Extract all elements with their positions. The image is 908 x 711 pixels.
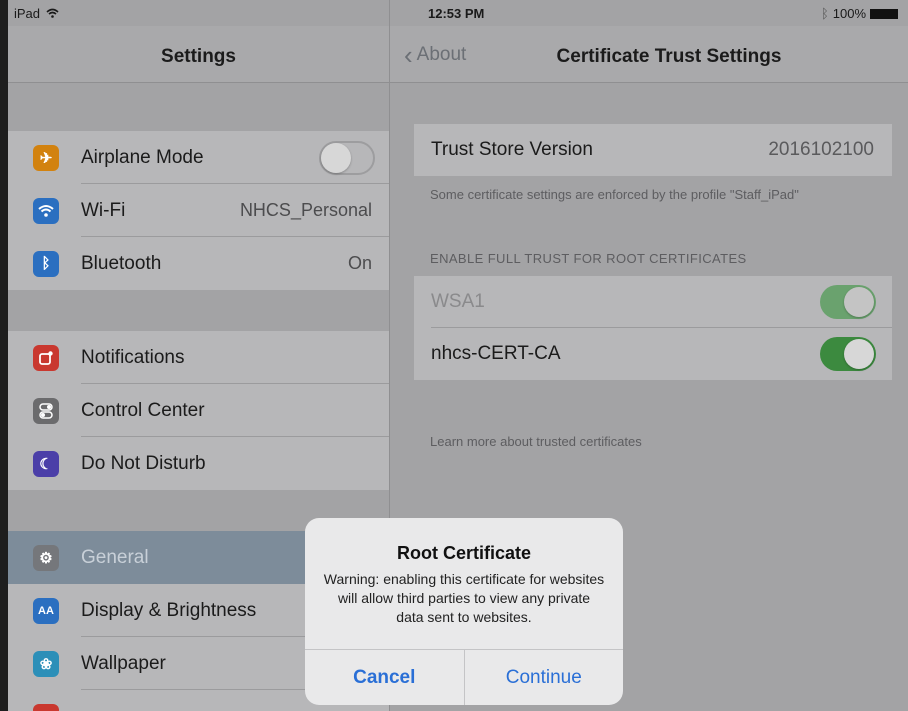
- notifications-icon: [33, 344, 59, 371]
- alert-title: Root Certificate: [396, 543, 531, 563]
- row-label: Control Center: [81, 399, 205, 421]
- display-icon: AA: [33, 597, 59, 624]
- airplane-icon: ✈: [33, 144, 59, 171]
- certificate-row-wsa1: WSA1: [414, 276, 892, 328]
- control-center-icon: [33, 397, 59, 424]
- settings-row-control-center[interactable]: Control Center: [8, 384, 389, 437]
- wifi-network-value: NHCS_Personal: [239, 200, 372, 220]
- master-title: Settings: [161, 46, 236, 67]
- detail-nav-bar: ‹ About Certificate Trust Settings: [390, 26, 908, 83]
- wallpaper-icon: ❀: [33, 650, 59, 677]
- trust-store-version-value: 2016102100: [768, 139, 874, 160]
- screen: Settings ✈ Airplane Mode Wi-Fi NHCS_Pers…: [8, 0, 908, 711]
- status-bar: iPad 12:53 PM ᛒ 100%: [8, 0, 908, 26]
- settings-group-connectivity: ✈ Airplane Mode Wi-Fi NHCS_Personal ᛒ Bl…: [8, 131, 389, 290]
- continue-button[interactable]: Continue: [465, 650, 624, 705]
- certificate-label: nhcs-CERT-CA: [431, 343, 561, 364]
- certificate-row-nhcs-cert-ca[interactable]: nhcs-CERT-CA: [414, 328, 892, 380]
- row-label: Display & Brightness: [81, 599, 257, 621]
- nhcs-cert-ca-trust-toggle[interactable]: [820, 337, 876, 371]
- settings-row-do-not-disturb[interactable]: ☾ Do Not Disturb: [8, 437, 389, 490]
- row-label: Do Not Disturb: [81, 452, 206, 474]
- settings-row-notifications[interactable]: Notifications: [8, 331, 389, 384]
- bluetooth-status-icon: ᛒ: [820, 6, 829, 21]
- speaker-icon: [33, 703, 59, 711]
- status-time: 12:53 PM: [428, 6, 485, 21]
- device-bezel: [0, 0, 8, 711]
- certificate-label: WSA1: [431, 291, 485, 312]
- row-label: Wallpaper: [81, 652, 166, 674]
- carrier-label: iPad: [14, 6, 59, 21]
- settings-row-airplane-mode[interactable]: ✈ Airplane Mode: [8, 131, 389, 184]
- wifi-signal-icon: [46, 8, 59, 18]
- cancel-button[interactable]: Cancel: [305, 650, 465, 705]
- page-title: Certificate Trust Settings: [556, 46, 782, 67]
- alert-button-bar: Cancel Continue: [305, 649, 623, 705]
- row-label: Wi-Fi: [81, 199, 126, 221]
- root-certificates-card: WSA1 nhcs-CERT-CA: [414, 276, 892, 380]
- profile-note: Some certificate settings are enforced b…: [430, 187, 799, 202]
- wsa1-trust-toggle: [820, 285, 876, 319]
- battery-indicator: ᛒ 100%: [821, 6, 898, 21]
- section-header: ENABLE FULL TRUST FOR ROOT CERTIFICATES: [430, 251, 747, 266]
- settings-row-bluetooth[interactable]: ᛒ Bluetooth On: [8, 237, 389, 290]
- bluetooth-icon: ᛒ: [33, 250, 59, 277]
- battery-icon: [870, 8, 898, 19]
- master-nav-bar: Settings: [8, 26, 389, 83]
- row-label: General: [81, 546, 149, 568]
- moon-icon: ☾: [33, 450, 59, 477]
- trust-store-card: Trust Store Version 2016102100: [414, 124, 892, 176]
- settings-group-notifications: Notifications Control Center ☾ Do Not Di…: [8, 331, 389, 490]
- airplane-mode-toggle[interactable]: [319, 141, 375, 175]
- alert-message: Warning: enabling this certificate for w…: [323, 571, 605, 625]
- row-label: Airplane Mode: [81, 146, 204, 168]
- row-label: Notifications: [81, 346, 185, 368]
- wifi-icon: [33, 197, 59, 224]
- row-label: Bluetooth: [81, 252, 162, 274]
- battery-percent: 100%: [832, 6, 866, 21]
- learn-more-link[interactable]: Learn more about trusted certificates: [430, 434, 830, 450]
- root-certificate-alert: Root Certificate Warning: enabling this …: [305, 518, 623, 705]
- gear-icon: ⚙: [33, 544, 59, 571]
- settings-row-wifi[interactable]: Wi-Fi NHCS_Personal: [8, 184, 389, 237]
- trust-store-row: Trust Store Version 2016102100: [414, 124, 892, 176]
- bluetooth-status-value: On: [347, 253, 372, 273]
- trust-store-label: Trust Store Version: [431, 139, 593, 160]
